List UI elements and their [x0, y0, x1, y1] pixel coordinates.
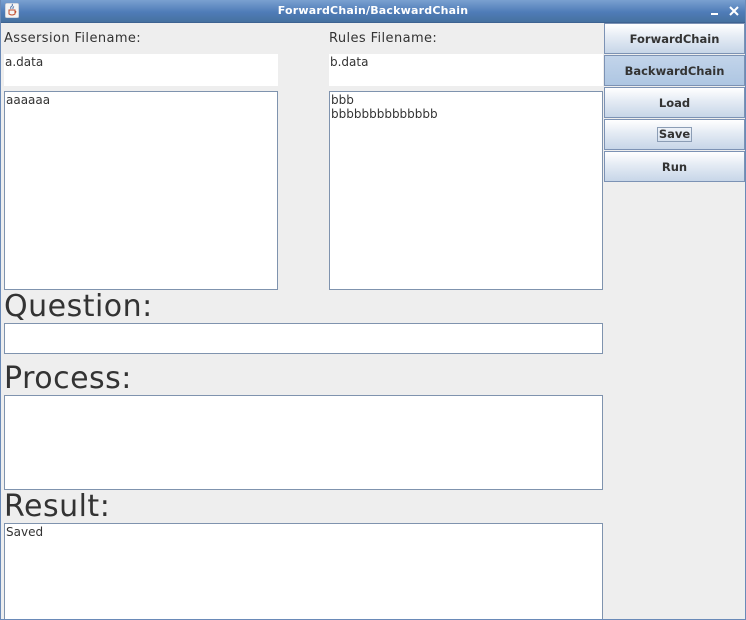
- title-bar[interactable]: ForwardChain/BackwardChain: [1, 0, 745, 23]
- forward-chain-button-label: ForwardChain: [629, 31, 720, 46]
- run-button[interactable]: Run: [604, 151, 745, 182]
- load-button-label: Load: [658, 95, 691, 110]
- question-label: Question:: [4, 289, 153, 324]
- load-button[interactable]: Load: [604, 87, 745, 118]
- assertion-filename-field[interactable]: a.data: [4, 54, 278, 86]
- backward-chain-button[interactable]: BackwardChain: [604, 55, 745, 86]
- result-textarea[interactable]: Saved: [4, 523, 603, 619]
- backward-chain-button-label: BackwardChain: [624, 63, 725, 78]
- rules-content-textarea[interactable]: bbb bbbbbbbbbbbbbb: [329, 91, 603, 290]
- result-label: Result:: [4, 489, 111, 524]
- close-icon[interactable]: [727, 4, 741, 18]
- run-button-label: Run: [661, 159, 688, 174]
- save-button-label: Save: [656, 127, 693, 142]
- process-textarea[interactable]: [4, 395, 603, 490]
- rules-filename-field[interactable]: b.data: [329, 54, 603, 86]
- window-title: ForwardChain/BackwardChain: [277, 4, 469, 17]
- question-input[interactable]: [4, 323, 603, 354]
- assertion-content-textarea[interactable]: aaaaaa: [4, 91, 278, 290]
- app-window: ForwardChain/BackwardChain Assersion Fil…: [0, 0, 746, 620]
- forward-chain-button[interactable]: ForwardChain: [604, 23, 745, 54]
- process-label: Process:: [4, 361, 132, 396]
- save-button[interactable]: Save: [604, 119, 745, 150]
- minimize-icon[interactable]: [708, 4, 722, 18]
- rules-filename-label: Rules Filename:: [329, 31, 438, 46]
- assertion-filename-label: Assersion Filename:: [4, 31, 142, 46]
